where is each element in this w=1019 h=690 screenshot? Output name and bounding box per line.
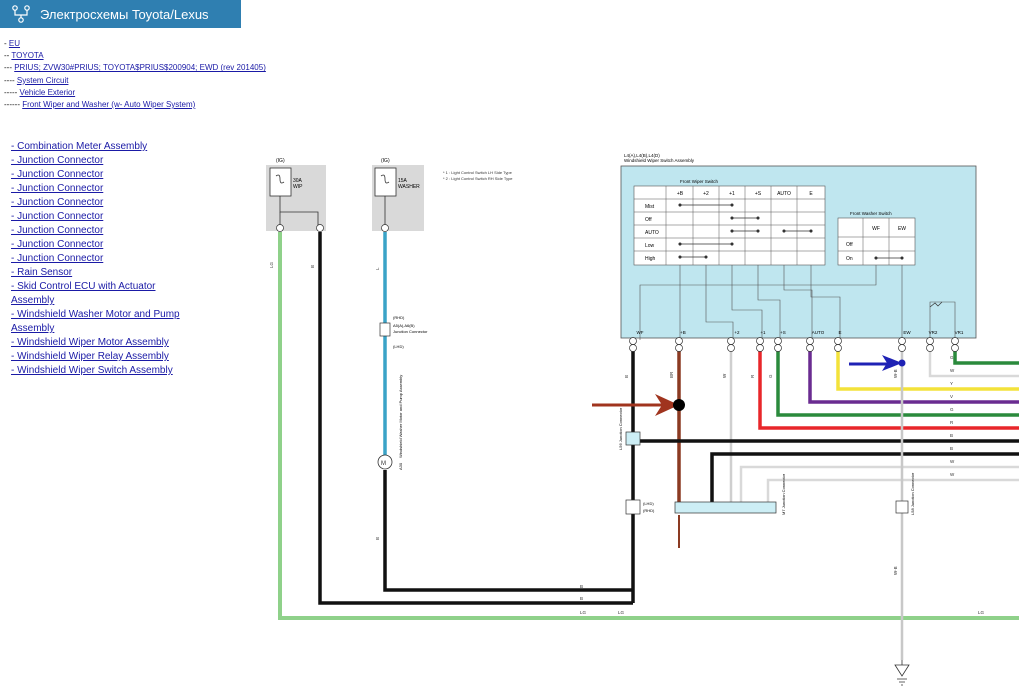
svg-text:Junction Connector: Junction Connector xyxy=(393,329,428,334)
svg-text:EW: EW xyxy=(898,226,906,232)
svg-text:(IG): (IG) xyxy=(276,158,285,164)
svg-text:AUTO: AUTO xyxy=(777,191,791,197)
svg-text:WASHER: WASHER xyxy=(398,184,420,190)
svg-text:B: B xyxy=(580,584,583,589)
svg-text:+B: +B xyxy=(680,330,686,335)
svg-text:LG: LG xyxy=(269,261,274,268)
svg-text:E: E xyxy=(838,330,841,335)
wire-b-motor xyxy=(383,470,633,592)
svg-text:L: L xyxy=(375,267,380,270)
svg-text:Front Wiper Switch: Front Wiper Switch xyxy=(680,179,719,184)
svg-text:L58 Junction Connector: L58 Junction Connector xyxy=(910,472,915,515)
svg-text:A30: A30 xyxy=(398,462,403,470)
junction-connector-a: (RHD) A5(A),A6(B) Junction Connector (LH… xyxy=(379,315,428,349)
svg-text:+S: +S xyxy=(780,330,786,335)
svg-text:Off: Off xyxy=(645,217,652,223)
svg-text:W: W xyxy=(722,373,727,378)
junction-connector-m7: M7 Junction Connector (LHD) (RHD) xyxy=(625,473,786,515)
svg-text:B: B xyxy=(375,537,380,540)
wire-v xyxy=(808,346,1019,404)
svg-text:G: G xyxy=(768,374,773,378)
svg-text:Mist: Mist xyxy=(645,204,655,210)
svg-text:(RHD): (RHD) xyxy=(393,315,405,320)
junction-connector-l58: L58 Junction Connector xyxy=(895,472,915,515)
svg-text:LG: LG xyxy=(580,610,587,615)
svg-text:LG: LG xyxy=(618,610,625,615)
svg-text:Windshield Washer Motor and Pu: Windshield Washer Motor and Pump Assembl… xyxy=(398,375,403,458)
svg-text:A5(A),A6(B): A5(A),A6(B) xyxy=(393,323,415,328)
svg-text:G: G xyxy=(950,407,954,412)
svg-text:W: W xyxy=(950,472,955,477)
svg-text:Front Washer Switch: Front Washer Switch xyxy=(850,211,892,216)
fuse-wip: (IG) 30A WIP xyxy=(266,158,326,231)
svg-text:B: B xyxy=(950,433,953,438)
washer-motor: B M A30 Windshield Washer Motor and Pump… xyxy=(377,375,403,470)
svg-text:R: R xyxy=(750,374,755,378)
wire-y xyxy=(836,346,1019,391)
svg-text:B: B xyxy=(624,375,629,378)
svg-text:W-B: W-B xyxy=(893,369,898,378)
svg-text:M: M xyxy=(381,461,386,467)
wiring-diagram: (IG) 30A WIP (IG) 15A WASHER * 1 : Light… xyxy=(266,153,1019,686)
svg-text:+2: +2 xyxy=(703,191,709,197)
svg-text:WF: WF xyxy=(637,330,644,335)
svg-text:VR1: VR1 xyxy=(955,330,964,335)
svg-text:AUTO: AUTO xyxy=(645,230,659,236)
svg-text:+B: +B xyxy=(677,191,684,197)
svg-text:B: B xyxy=(950,446,953,451)
svg-text:V: V xyxy=(950,394,953,399)
wire-w-h2 xyxy=(766,478,1019,505)
svg-text:(RHD): (RHD) xyxy=(643,508,655,513)
svg-text:B: B xyxy=(310,265,315,268)
svg-text:B: B xyxy=(580,596,583,601)
svg-text:WIP: WIP xyxy=(293,184,303,190)
svg-text:+1: +1 xyxy=(760,330,766,335)
svg-text:Windshield Wiper Switch Assemb: Windshield Wiper Switch Assembly xyxy=(624,158,695,163)
svg-text:WF: WF xyxy=(872,226,880,232)
svg-text:Low: Low xyxy=(645,243,655,249)
svg-text:+1: +1 xyxy=(729,191,735,197)
wire-b-main xyxy=(318,232,633,605)
fuse-washer: (IG) 15A WASHER xyxy=(372,158,424,231)
svg-text:Off: Off xyxy=(846,242,853,248)
svg-text:On: On xyxy=(846,256,853,262)
svg-text:W: W xyxy=(950,368,955,373)
arrow-red-annotation xyxy=(592,394,685,416)
wire-g xyxy=(776,346,1019,417)
svg-text:AUTO: AUTO xyxy=(812,330,825,335)
svg-text:VR2: VR2 xyxy=(929,330,938,335)
arrow-blue-annotation xyxy=(849,355,906,371)
ground-icon xyxy=(894,660,910,686)
svg-text:BR: BR xyxy=(669,371,674,378)
svg-text:W: W xyxy=(950,459,955,464)
wire-w-2 xyxy=(928,346,1019,378)
svg-text:L56 Junction Connector: L56 Junction Connector xyxy=(618,407,623,450)
svg-text:(IG): (IG) xyxy=(381,158,390,164)
svg-text:(LHD): (LHD) xyxy=(393,344,404,349)
svg-text:(LHD): (LHD) xyxy=(643,501,654,506)
svg-text:EW: EW xyxy=(903,330,911,335)
svg-text:+2: +2 xyxy=(734,330,740,335)
wiper-switch-assembly: L4(A),L4(B),L4(D) Windshield Wiper Switc… xyxy=(620,153,977,340)
svg-text:High: High xyxy=(645,256,656,262)
svg-text:* 1 : Light Control Switch LH: * 1 : Light Control Switch LH Side Type xyxy=(443,170,513,175)
junction-connector-l56: L56 Junction Connector xyxy=(618,407,641,450)
wire-g-2 xyxy=(953,346,1019,365)
svg-text:+S: +S xyxy=(755,191,762,197)
svg-text:LG: LG xyxy=(978,610,985,615)
svg-text:R: R xyxy=(950,420,954,425)
svg-text:Y: Y xyxy=(950,381,953,386)
svg-text:W-B: W-B xyxy=(893,566,898,575)
svg-text:G: G xyxy=(950,355,954,360)
svg-text:* 2 : Light Control Switch RH: * 2 : Light Control Switch RH Side Type xyxy=(443,176,513,181)
svg-text:M7 Junction Connector: M7 Junction Connector xyxy=(781,473,786,515)
